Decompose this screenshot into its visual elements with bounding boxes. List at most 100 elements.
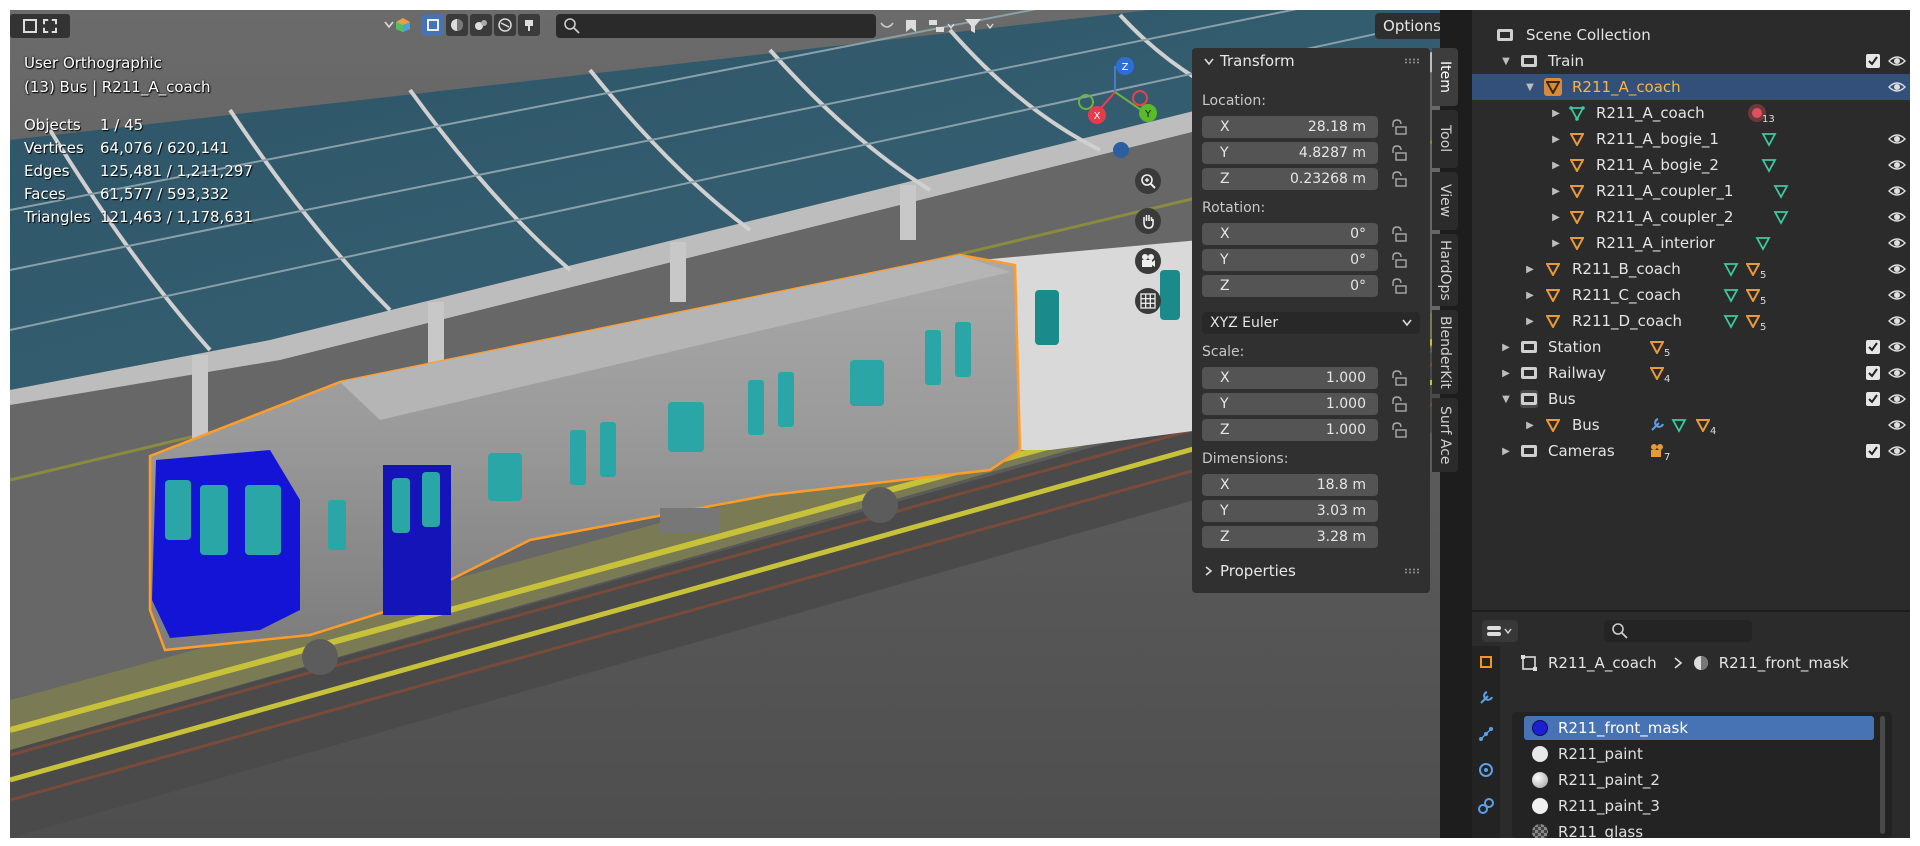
- expand-arrow-icon[interactable]: ▶: [1524, 290, 1536, 301]
- outliner-row-coupler-2[interactable]: ▶ R211_A_coupler_2: [1472, 204, 1910, 230]
- lock-icon[interactable]: [1390, 370, 1408, 386]
- eye-icon[interactable]: [1888, 236, 1906, 250]
- checkbox-icon[interactable]: [1866, 392, 1880, 406]
- lock-icon[interactable]: [1390, 278, 1408, 294]
- zoom-icon[interactable]: [1135, 168, 1161, 194]
- eye-icon[interactable]: [1888, 54, 1906, 68]
- outliner-row-bus-collection[interactable]: ▼ Bus: [1472, 386, 1910, 412]
- options-button[interactable]: Options: [1375, 13, 1440, 39]
- outliner-row-railway[interactable]: ▶ Railway 4: [1472, 360, 1910, 386]
- constraints-properties-tab[interactable]: [1476, 796, 1496, 816]
- material-slot-front-mask[interactable]: R211_front_mask: [1524, 716, 1874, 740]
- outliner-row-interior[interactable]: ▶ R211_A_interior: [1472, 230, 1910, 256]
- outliner-row-bogie-1[interactable]: ▶ R211_A_bogie_1: [1472, 126, 1910, 152]
- outliner-row-cameras[interactable]: ▶ Cameras 7: [1472, 438, 1910, 464]
- checkbox-icon[interactable]: [1866, 366, 1880, 380]
- hierarchy-icon[interactable]: [924, 14, 958, 38]
- solid-shading-icon[interactable]: [446, 14, 468, 36]
- lock-icon[interactable]: [1390, 145, 1408, 161]
- location-y-field[interactable]: Y 4.8287 m: [1202, 142, 1378, 164]
- drag-handle-icon[interactable]: [1404, 58, 1420, 64]
- material-shading-icon[interactable]: [470, 14, 492, 36]
- camera-icon[interactable]: [1135, 248, 1161, 274]
- drag-handle-icon[interactable]: [1404, 568, 1420, 574]
- bookmark-icon[interactable]: [900, 14, 922, 38]
- eye-icon[interactable]: [1888, 340, 1906, 354]
- material-slot-paint-3[interactable]: R211_paint_3: [1524, 794, 1874, 818]
- outliner-row-r211-a-coach-mesh[interactable]: ▶ R211_A_coach 13: [1472, 100, 1910, 126]
- checkbox-icon[interactable]: [1866, 54, 1880, 68]
- dimensions-x-field[interactable]: X 18.8 m: [1202, 474, 1378, 496]
- outliner-row-r211-b-coach[interactable]: ▶ R211_B_coach 5: [1472, 256, 1910, 282]
- eye-icon[interactable]: [1888, 210, 1906, 224]
- filter-icon[interactable]: [960, 14, 1000, 38]
- expand-arrow-icon[interactable]: ▶: [1550, 238, 1562, 249]
- expand-arrow-icon[interactable]: ▶: [1500, 368, 1512, 379]
- dimensions-y-field[interactable]: Y 3.03 m: [1202, 500, 1378, 522]
- tab-item[interactable]: Item: [1432, 48, 1458, 106]
- outliner-row-r211-c-coach[interactable]: ▶ R211_C_coach 5: [1472, 282, 1910, 308]
- eye-icon[interactable]: [1888, 262, 1906, 276]
- lock-icon[interactable]: [1390, 422, 1408, 438]
- rotation-x-field[interactable]: X 0°: [1202, 223, 1378, 245]
- outliner-row-bogie-2[interactable]: ▶ R211_A_bogie_2: [1472, 152, 1910, 178]
- scale-y-field[interactable]: Y 1.000: [1202, 393, 1378, 415]
- eye-icon[interactable]: [1888, 80, 1906, 94]
- properties-search-input[interactable]: [1604, 620, 1752, 642]
- grid-icon[interactable]: [1135, 288, 1161, 314]
- eye-icon[interactable]: [1888, 366, 1906, 380]
- eye-icon[interactable]: [1888, 184, 1906, 198]
- outliner-row-station[interactable]: ▶ Station 5: [1472, 334, 1910, 360]
- expand-arrow-icon[interactable]: ▶: [1524, 316, 1536, 327]
- lock-icon[interactable]: [1390, 119, 1408, 135]
- scrollbar[interactable]: [1880, 716, 1885, 834]
- lock-icon[interactable]: [1390, 252, 1408, 268]
- rotation-z-field[interactable]: Z 0°: [1202, 275, 1378, 297]
- wireframe-shading-icon[interactable]: [422, 14, 444, 36]
- outliner-row-coupler-1[interactable]: ▶ R211_A_coupler_1: [1472, 178, 1910, 204]
- checkbox-icon[interactable]: [1866, 340, 1880, 354]
- expand-arrow-icon[interactable]: ▶: [1550, 108, 1562, 119]
- material-slot-paint-2[interactable]: R211_paint_2: [1524, 768, 1874, 792]
- editor-type-button[interactable]: [1482, 620, 1518, 642]
- modifier-properties-tab[interactable]: [1476, 688, 1496, 708]
- object-properties-tab[interactable]: [1476, 652, 1496, 672]
- viewport-search-input[interactable]: [556, 14, 876, 38]
- expand-arrow-icon[interactable]: ▼: [1500, 56, 1512, 67]
- color-cube-icon[interactable]: [392, 14, 414, 36]
- eye-icon[interactable]: [1888, 444, 1906, 458]
- eye-icon[interactable]: [1888, 392, 1906, 406]
- expand-arrow-icon[interactable]: ▶: [1500, 446, 1512, 457]
- tab-surf-ace[interactable]: Surf Ace: [1432, 398, 1458, 472]
- dimensions-z-field[interactable]: Z 3.28 m: [1202, 526, 1378, 548]
- scale-z-field[interactable]: Z 1.000: [1202, 419, 1378, 441]
- expand-arrow-icon[interactable]: ▶: [1550, 160, 1562, 171]
- expand-arrow-icon[interactable]: ▼: [1524, 82, 1536, 93]
- physics-properties-tab[interactable]: [1476, 760, 1496, 780]
- transform-panel-header[interactable]: Transform: [1192, 48, 1430, 74]
- paint-brush-icon[interactable]: [518, 14, 540, 36]
- eye-icon[interactable]: [1888, 288, 1906, 302]
- location-z-field[interactable]: Z 0.23268 m: [1202, 168, 1378, 190]
- lock-icon[interactable]: [1390, 226, 1408, 242]
- rotation-y-field[interactable]: Y 0°: [1202, 249, 1378, 271]
- rotation-mode-select[interactable]: XYZ Euler: [1202, 312, 1420, 334]
- material-slot-glass[interactable]: R211_glass: [1524, 820, 1874, 838]
- tab-tool[interactable]: Tool: [1432, 110, 1458, 168]
- checkbox-icon[interactable]: [1866, 444, 1880, 458]
- overlay-toggle-icon[interactable]: [876, 14, 898, 38]
- particles-properties-tab[interactable]: [1476, 724, 1496, 744]
- expand-arrow-icon[interactable]: ▶: [1524, 420, 1536, 431]
- lock-icon[interactable]: [1390, 396, 1408, 412]
- expand-arrow-icon[interactable]: ▶: [1550, 212, 1562, 223]
- outliner-row-r211-a-coach[interactable]: ▼ R211_A_coach: [1472, 74, 1910, 100]
- location-x-field[interactable]: X 28.18 m: [1202, 116, 1378, 138]
- rendered-shading-icon[interactable]: [494, 14, 516, 36]
- scale-x-field[interactable]: X 1.000: [1202, 367, 1378, 389]
- outliner-row-scene-collection[interactable]: Scene Collection: [1472, 22, 1910, 48]
- expand-arrow-icon[interactable]: ▼: [1500, 394, 1512, 405]
- lock-icon[interactable]: [1390, 171, 1408, 187]
- eye-icon[interactable]: [1888, 158, 1906, 172]
- properties-panel-header[interactable]: Properties: [1192, 558, 1430, 584]
- eye-icon[interactable]: [1888, 132, 1906, 146]
